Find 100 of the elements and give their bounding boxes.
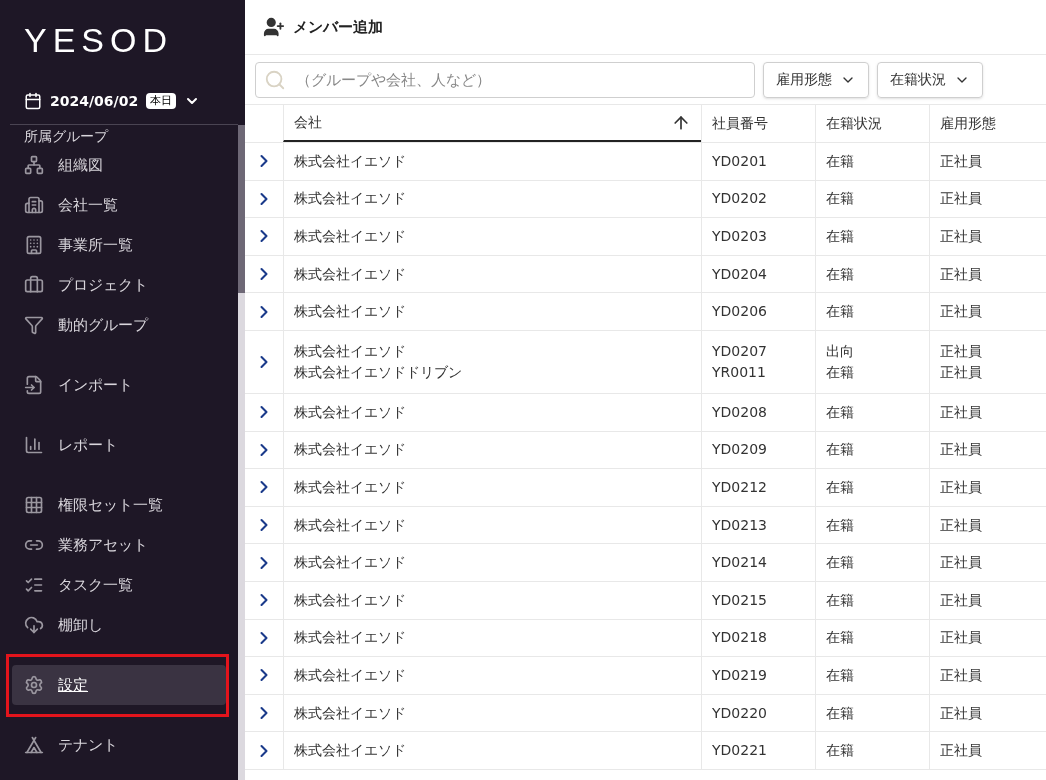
filter-dropdown[interactable]: 在籍状況 (877, 61, 983, 98)
buildings-icon (24, 195, 44, 215)
table-cell-text: 株式会社イエソド (294, 264, 407, 284)
table-cell-text: YD0213 (712, 515, 768, 535)
table-cell-text: YD0204 (712, 264, 768, 284)
table-cell-text: 在籍 (826, 515, 855, 535)
table-cell-text: 株式会社イエソド (294, 440, 407, 460)
logo: YESOD (24, 20, 175, 60)
table-cell-text: 正社員 (940, 590, 983, 610)
table-cell-text: 株式会社イエソド (294, 590, 407, 610)
table-cell-text: YD0212 (712, 477, 768, 497)
table-cell-text: 株式会社イエソド (294, 665, 407, 685)
nav-item[interactable]: 事業所一覧 (12, 225, 226, 265)
table-cell-text: YD0215 (712, 590, 768, 610)
table-cell-text: YD0221 (712, 741, 768, 761)
table-cell-text: 在籍 (826, 264, 855, 284)
table-cell-text: 在籍 (826, 362, 855, 382)
table-cell-text: 正社員 (940, 402, 983, 422)
table-cell-text: 株式会社イエソド (294, 703, 407, 723)
table-cell-text: YD0201 (712, 151, 768, 171)
table-cell-text: 株式会社イエソド (294, 741, 407, 761)
table-cell-text: YD0207 (712, 341, 768, 361)
table-cell-text: YR0011 (712, 362, 767, 382)
section-label: 所属グループ (24, 127, 108, 143)
column-header[interactable]: 在籍状況 (815, 105, 929, 142)
nav-item[interactable]: 動的グループ (12, 305, 226, 345)
table-cell-text: 正社員 (940, 264, 983, 284)
filter-icon (24, 315, 44, 335)
table-cell-text: 株式会社イエソド (294, 477, 407, 497)
grid-icon (24, 495, 44, 515)
table-cell-text: YD0214 (712, 553, 768, 573)
column-header[interactable]: 社員番号 (701, 105, 815, 142)
table-cell-text: 出向 (826, 341, 855, 361)
nav-item[interactable]: レポート (12, 425, 226, 465)
table-cell-text: YD0218 (712, 628, 768, 648)
table-cell-text: 株式会社イエソド (294, 151, 407, 171)
table-cell-text: YD0203 (712, 227, 768, 246)
table-cell-text: 株式会社イエソド (294, 227, 407, 246)
bar-chart-icon (24, 435, 44, 455)
table-cell-text: 株式会社イエソド (294, 628, 407, 648)
nav-item[interactable]: 組織図 (12, 145, 226, 185)
column-header[interactable]: 会社 (283, 105, 701, 142)
table-cell-text: 株式会社イエソド (294, 553, 407, 573)
table-cell-text: 正社員 (940, 227, 983, 246)
table-cell-text: 在籍 (826, 477, 855, 497)
table-cell-text: 正社員 (940, 302, 983, 322)
table-cell-text: 正社員 (940, 515, 983, 535)
nav-item[interactable]: インポート (12, 365, 226, 405)
table-cell-text: 正社員 (940, 665, 983, 685)
table-cell-text: 在籍 (826, 302, 855, 322)
table-cell-text: 在籍 (826, 227, 855, 246)
date-text[interactable]: 2024/06/02 (50, 90, 139, 112)
table-cell-text: 在籍 (826, 665, 855, 685)
table-cell-text: YD0219 (712, 665, 768, 685)
nav-item[interactable]: 会社一覧 (12, 185, 226, 225)
table-cell-text: 株式会社イエソドドリブン (294, 362, 463, 382)
add-member-button[interactable]: メンバー追加 (293, 15, 383, 39)
table-cell-text: 正社員 (940, 703, 983, 723)
table-cell-text: 正社員 (940, 628, 983, 648)
column-header[interactable]: 雇用形態 (929, 105, 1046, 142)
table-cell-text: YD0202 (712, 189, 768, 209)
cloud-download-icon (24, 615, 44, 635)
table-cell-text: 正社員 (940, 341, 983, 361)
org-chart-icon (24, 155, 44, 175)
calendar-icon (24, 92, 42, 110)
table-cell-text: 正社員 (940, 440, 983, 460)
table-cell-text: 正社員 (940, 477, 983, 497)
table-cell-text: 株式会社イエソド (294, 302, 407, 322)
table-cell-text: YD0209 (712, 440, 768, 460)
filter-dropdown[interactable]: 雇用形態 (763, 61, 869, 98)
table-cell-text: 株式会社イエソド (294, 515, 407, 535)
search-icon (264, 68, 286, 91)
table-cell-text: 在籍 (826, 590, 855, 610)
table-cell-text: 在籍 (826, 553, 855, 573)
briefcase-icon (24, 275, 44, 295)
table-cell-text: 正社員 (940, 553, 983, 573)
table-cell-text: 在籍 (826, 151, 855, 171)
add-user-icon (263, 16, 285, 38)
table-cell-text: 在籍 (826, 440, 855, 460)
table-cell-text: 在籍 (826, 741, 855, 761)
table-cell-text: 株式会社イエソド (294, 402, 407, 422)
table-cell-text: 株式会社イエソド (294, 341, 407, 361)
table-cell-text: 在籍 (826, 189, 855, 209)
search-field[interactable]: （グループや会社、人など） (255, 61, 755, 98)
nav-item[interactable]: 業務アセット (12, 525, 226, 565)
today-badge: 本日 (146, 93, 177, 109)
table-cell-text: YD0220 (712, 703, 768, 723)
nav-item[interactable]: 棚卸し (12, 605, 226, 645)
checklist-icon (24, 575, 44, 595)
nav-item[interactable]: 権限セット一覧 (12, 485, 226, 525)
table-cell-text: 正社員 (940, 189, 983, 209)
nav-item[interactable]: テナント (12, 725, 226, 765)
table-cell-text: 正社員 (940, 151, 983, 171)
table-cell-text: YD0208 (712, 402, 768, 422)
settings-icon (24, 675, 44, 695)
nav-item[interactable]: プロジェクト (12, 265, 226, 305)
table-cell-text: 株式会社イエソド (294, 189, 407, 209)
table-cell-text: 正社員 (940, 362, 983, 382)
nav-item[interactable]: タスク一覧 (12, 565, 226, 605)
table-cell-text: 在籍 (826, 703, 855, 723)
